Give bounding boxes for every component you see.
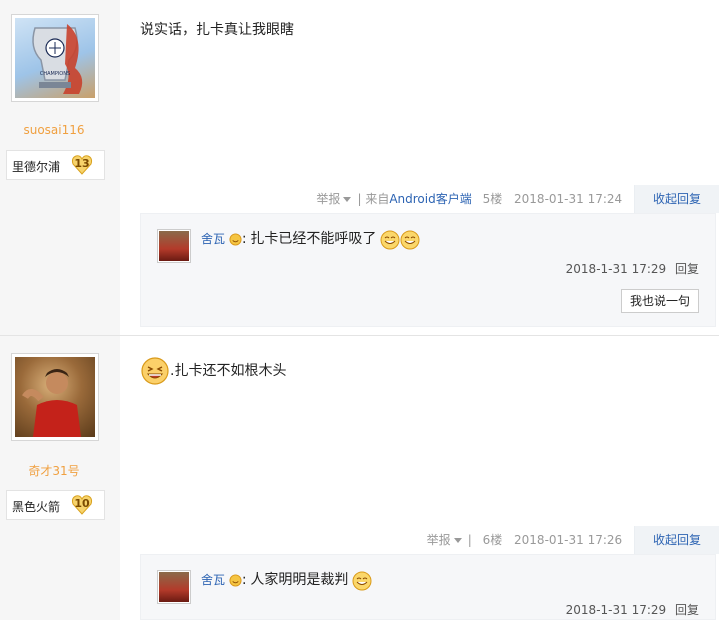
author-sidebar: CHAMPIONS suosai116 里德尔浦 13 [0,0,120,335]
fan-badge[interactable]: 黑色火箭 10 [6,490,105,520]
champions-trophy-image: CHAMPIONS [32,24,83,94]
report-link[interactable]: 举报 [316,185,355,213]
level-heart-icon: 13 [71,154,93,176]
badge-level: 10 [74,497,90,510]
reply-meta: 2018-1-31 17:29 回复 [566,601,699,618]
post-content: 说实话，扎卡真让我眼瞎 [140,22,294,38]
reply-separator: : [241,231,247,247]
fan-badge[interactable]: 里德尔浦 13 [6,150,105,180]
post-date: 2018-01-31 17:24 [514,192,623,206]
username[interactable]: suosai116 [0,123,108,137]
reply-username[interactable]: 舍瓦 [201,232,225,246]
post-meta: 举报 | 来自Android客户端 5楼 2018-01-31 17:24 收起回… [316,185,719,213]
reply-separator: : [241,572,247,588]
reply-line: 舍瓦 : 人家明明是裁判 [201,569,372,591]
user-avatar[interactable]: CHAMPIONS [11,14,99,102]
post-meta: 举报 | 6楼 2018-01-31 17:26 收起回复 [427,526,719,554]
reply-button[interactable]: 回复 [675,262,699,276]
svg-text:CHAMPIONS: CHAMPIONS [40,71,70,77]
smile-emoji-icon [400,230,420,249]
reply-panel: 舍瓦 : 扎卡已经不能呼吸了 2018-1-31 17:29 回复 我也说一句 [140,213,716,327]
collapse-replies-button[interactable]: 收起回复 [634,185,719,213]
reply-line: 舍瓦 : 扎卡已经不能呼吸了 [201,228,420,250]
caret-down-icon [343,197,352,202]
player-photo-image [21,369,81,437]
smile-emoji-icon [352,571,372,590]
user-avatar[interactable] [11,353,99,441]
reply-avatar[interactable] [157,229,191,263]
laughing-emoji-icon [141,357,169,385]
reply-date: 2018-1-31 17:29 [565,262,667,276]
post-date: 2018-01-31 17:26 [514,533,623,547]
floor-number: 5楼 [482,192,503,206]
badge-level: 13 [74,157,90,170]
badge-name: 里德尔浦 [12,160,61,174]
source-link[interactable]: Android客户端 [389,185,471,213]
vip-face-icon [229,574,242,587]
level-heart-icon: 10 [71,494,93,516]
say-something-button[interactable]: 我也说一句 [621,289,699,313]
reply-button[interactable]: 回复 [675,603,699,617]
post-5: CHAMPIONS suosai116 里德尔浦 13 说实话，扎卡真让我眼瞎 … [0,0,719,336]
reply-date: 2018-1-31 17:29 [565,603,667,617]
caret-down-icon [453,538,462,543]
author-sidebar: 奇才31号 黑色火箭 10 [0,336,120,620]
smile-emoji-icon [380,230,400,249]
post-text: .扎卡还不如根木头 [170,363,287,379]
source-prefix: 来自 [365,192,390,206]
reply-username[interactable]: 舍瓦 [201,573,225,587]
reply-avatar[interactable] [157,570,191,604]
post-6: 奇才31号 黑色火箭 10 .扎卡还不如根木头 举报 | 6楼 2018-01-3… [0,336,719,620]
reply-text: 扎卡已经不能呼吸了 [250,231,377,247]
username[interactable]: 奇才31号 [0,462,108,479]
reply-meta: 2018-1-31 17:29 回复 [566,260,699,277]
meta-separator: | [357,192,362,206]
report-link[interactable]: 举报 [427,526,466,554]
meta-separator: | [467,533,472,547]
vip-face-icon [229,233,242,246]
reply-text: 人家明明是裁判 [250,572,349,588]
collapse-replies-button[interactable]: 收起回复 [634,526,719,554]
reply-panel: 舍瓦 : 人家明明是裁判 2018-1-31 17:29 回复 [140,554,716,620]
floor-number: 6楼 [482,533,503,547]
badge-name: 黑色火箭 [12,500,61,514]
post-content: .扎卡还不如根木头 [140,356,286,386]
